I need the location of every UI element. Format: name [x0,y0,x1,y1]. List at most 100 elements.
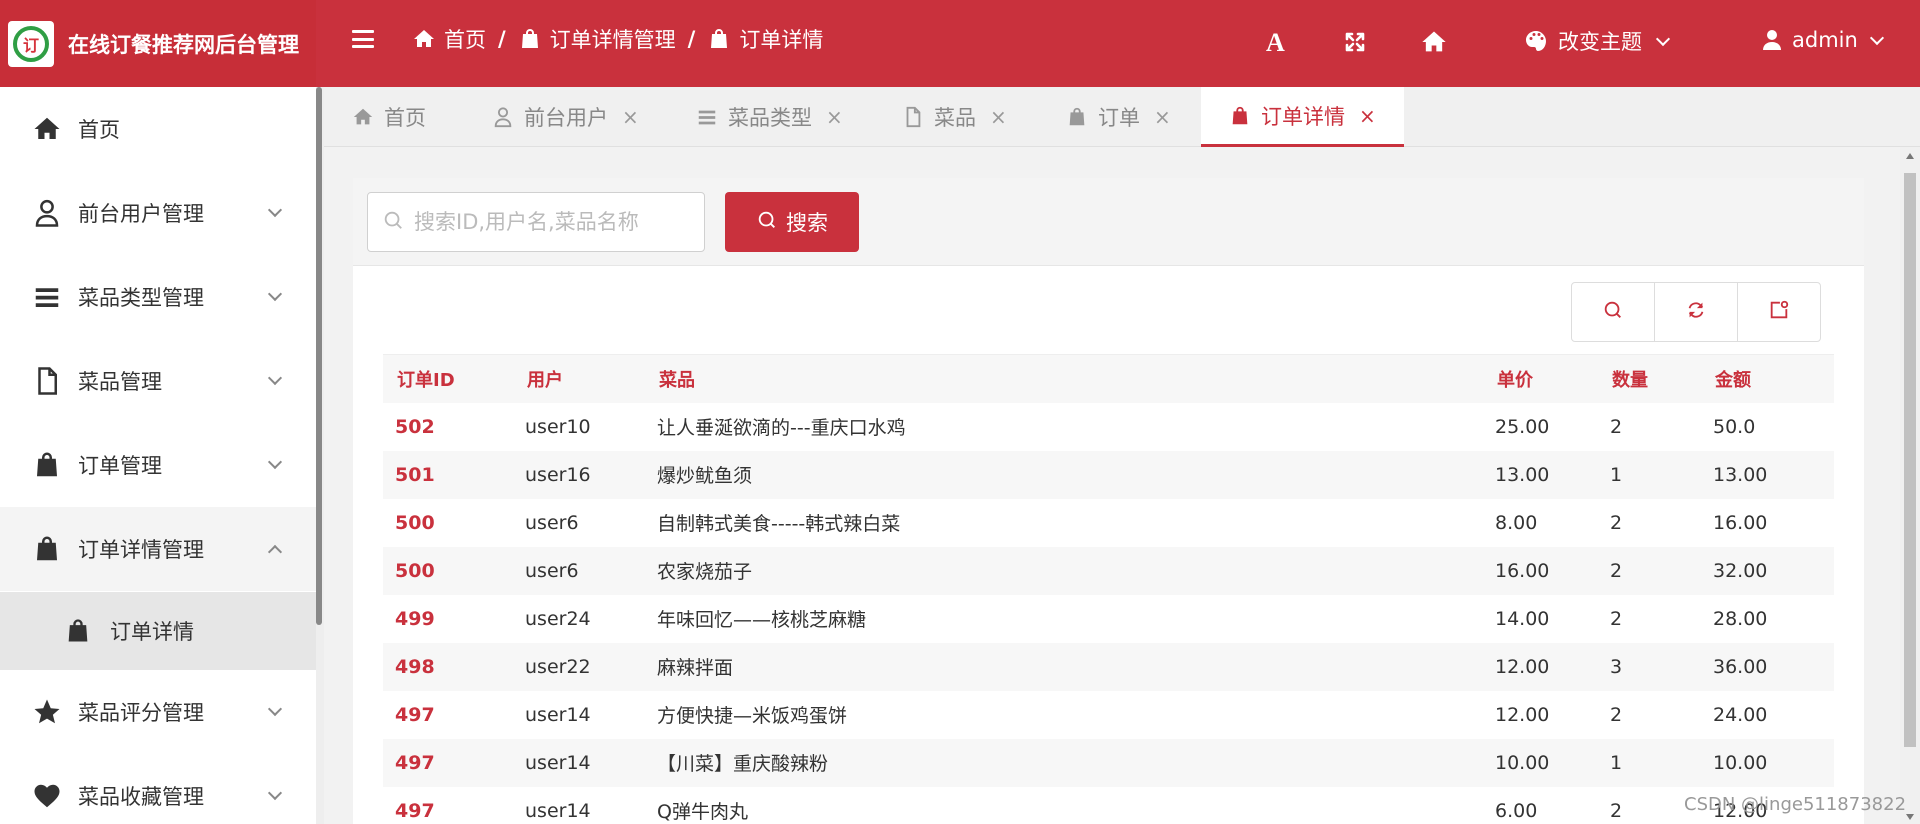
tab-home[interactable]: 首页 [352,87,426,147]
scrollbar-thumb[interactable] [1904,173,1916,747]
tab-orders[interactable]: 订单 × [1066,87,1171,147]
bag-icon [1229,105,1251,127]
sidebar-item-dish-favorites[interactable]: 菜品收藏管理 [0,754,316,824]
cell-unit-price: 12.00 [1495,655,1550,678]
font-size-button[interactable]: A [1266,28,1285,58]
table-row[interactable]: 497 user14 方便快捷—米饭鸡蛋饼 12.00 2 24.00 [383,691,1834,739]
cell-dish: 【川菜】重庆酸辣粉 [657,753,829,775]
table-row[interactable]: 497 user14 【川菜】重庆酸辣粉 10.00 1 10.00 [383,738,1834,787]
home-icon[interactable] [1420,28,1448,56]
sidebar-item-orders[interactable]: 订单管理 [0,423,316,507]
cell-user: user24 [525,607,591,630]
filter-search-button[interactable] [1572,283,1655,341]
cell-order-id: 497 [395,751,435,774]
export-icon [1768,299,1790,326]
close-icon[interactable]: × [622,105,639,129]
search-icon [1602,299,1624,326]
table-row[interactable]: 502 user10 让人垂涎欲滴的---重庆口水鸡 25.00 2 50.0 [383,403,1834,451]
close-icon[interactable]: × [826,105,843,129]
sidebar-item-dish-types[interactable]: 菜品类型管理 [0,255,316,339]
table-row[interactable]: 498 user22 麻辣拌面 12.00 3 36.00 [383,642,1834,691]
tab-order-detail[interactable]: 订单详情 × [1201,87,1404,147]
sidebar-item-frontend-users[interactable]: 前台用户管理 [0,171,316,255]
sidebar-subitem-order-detail[interactable]: 订单详情 [0,592,316,670]
close-icon[interactable]: × [990,105,1007,129]
cell-quantity: 2 [1610,511,1623,534]
chevron-down-icon [1655,31,1671,47]
cell-amount: 28.00 [1713,607,1768,630]
export-button[interactable] [1738,283,1820,341]
cell-unit-price: 14.00 [1495,607,1550,630]
sidebar-item-dishes[interactable]: 菜品管理 [0,339,316,423]
cell-user: user14 [525,799,591,822]
scroll-up-arrow-icon[interactable] [1906,153,1914,159]
sidebar-scrollbar[interactable] [316,87,324,824]
cell-order-id: 498 [395,655,435,678]
cell-order-id: 501 [395,463,435,486]
breadcrumb-item-order-detail-mgmt[interactable]: 订单详情管理 [518,24,676,54]
cell-dish: 自制韩式美食-----韩式辣白菜 [657,513,901,535]
scroll-down-arrow-icon[interactable] [1906,814,1914,820]
cell-dish: 方便快捷—米饭鸡蛋饼 [657,705,848,727]
cell-dish: Q弹牛肉丸 [657,801,748,823]
chevron-down-icon [267,370,283,386]
bag-icon [707,27,731,51]
list-icon [32,282,62,312]
order-detail-table: 订单ID 用户 菜品 单价 数量 金额 502 user10 让人垂涎欲滴的--… [383,354,1834,824]
cell-user: user16 [525,463,591,486]
cell-amount: 10.00 [1713,751,1768,774]
main-scrollbar[interactable] [1900,147,1920,824]
close-icon[interactable]: × [1359,104,1376,128]
cell-order-id: 497 [395,799,435,822]
column-header-dish[interactable]: 菜品 [645,355,1483,403]
table-row[interactable]: 500 user6 农家烧茄子 16.00 2 32.00 [383,546,1834,595]
cell-unit-price: 12.00 [1495,703,1550,726]
cell-amount: 13.00 [1713,463,1768,486]
cell-amount: 36.00 [1713,655,1768,678]
tab-dish-types[interactable]: 菜品类型 × [696,87,843,147]
cell-unit-price: 16.00 [1495,559,1550,582]
chevron-down-icon [267,202,283,218]
home-icon [412,27,436,51]
chevron-down-icon [1869,30,1884,46]
breadcrumb-item-home[interactable]: 首页 [412,24,486,54]
sidebar-item-home[interactable]: 首页 [0,87,316,171]
breadcrumb-item-order-detail: 订单详情 [707,24,823,54]
content-card: 搜索 订单ID 用户 菜品 单价 数量 金额 502 use [353,178,1864,824]
table-row[interactable]: 500 user6 自制韩式美食-----韩式辣白菜 8.00 2 16.00 [383,499,1834,547]
search-button[interactable]: 搜索 [725,192,859,252]
sidebar-item-dish-ratings[interactable]: 菜品评分管理 [0,670,316,754]
cell-amount: 32.00 [1713,559,1768,582]
menu-toggle-icon[interactable] [352,30,374,48]
user-icon [492,106,514,128]
tab-frontend-users[interactable]: 前台用户 × [492,87,639,147]
close-icon[interactable]: × [1154,105,1171,129]
cell-quantity: 3 [1610,655,1623,678]
column-header-order-id[interactable]: 订单ID [383,355,513,403]
column-header-user[interactable]: 用户 [513,355,645,403]
top-bar: 订 在线订餐推荐网后台管理 首页 / 订单详情管理 / 订单详情 A 改变主题 … [0,0,1920,87]
refresh-button[interactable] [1655,283,1738,341]
table-row[interactable]: 499 user24 年味回忆——核桃芝麻糖 14.00 2 28.00 [383,595,1834,643]
app-title: 在线订餐推荐网后台管理 [68,32,299,57]
search-input[interactable] [414,210,694,234]
cell-user: user10 [525,415,591,438]
search-icon [756,209,778,236]
search-field[interactable] [367,192,705,252]
cell-user: user14 [525,703,591,726]
cell-order-id: 500 [395,559,435,582]
table-row[interactable]: 497 user14 Q弹牛肉丸 6.00 2 12.00 [383,787,1834,824]
fullscreen-icon[interactable] [1343,30,1367,54]
column-header-amount[interactable]: 金额 [1701,355,1834,403]
tab-dishes[interactable]: 菜品 × [902,87,1007,147]
column-header-quantity[interactable]: 数量 [1598,355,1701,403]
heart-icon [32,781,62,811]
file-icon [32,366,62,396]
theme-dropdown[interactable]: 改变主题 [1524,26,1674,56]
chevron-down-icon [267,701,283,717]
user-menu[interactable]: admin [1760,28,1888,52]
watermark: CSDN @linge511873822 [1684,794,1907,815]
sidebar-item-order-details[interactable]: 订单详情管理 [0,507,316,591]
column-header-unit-price[interactable]: 单价 [1483,355,1598,403]
table-row[interactable]: 501 user16 爆炒鱿鱼须 13.00 1 13.00 [383,450,1834,499]
